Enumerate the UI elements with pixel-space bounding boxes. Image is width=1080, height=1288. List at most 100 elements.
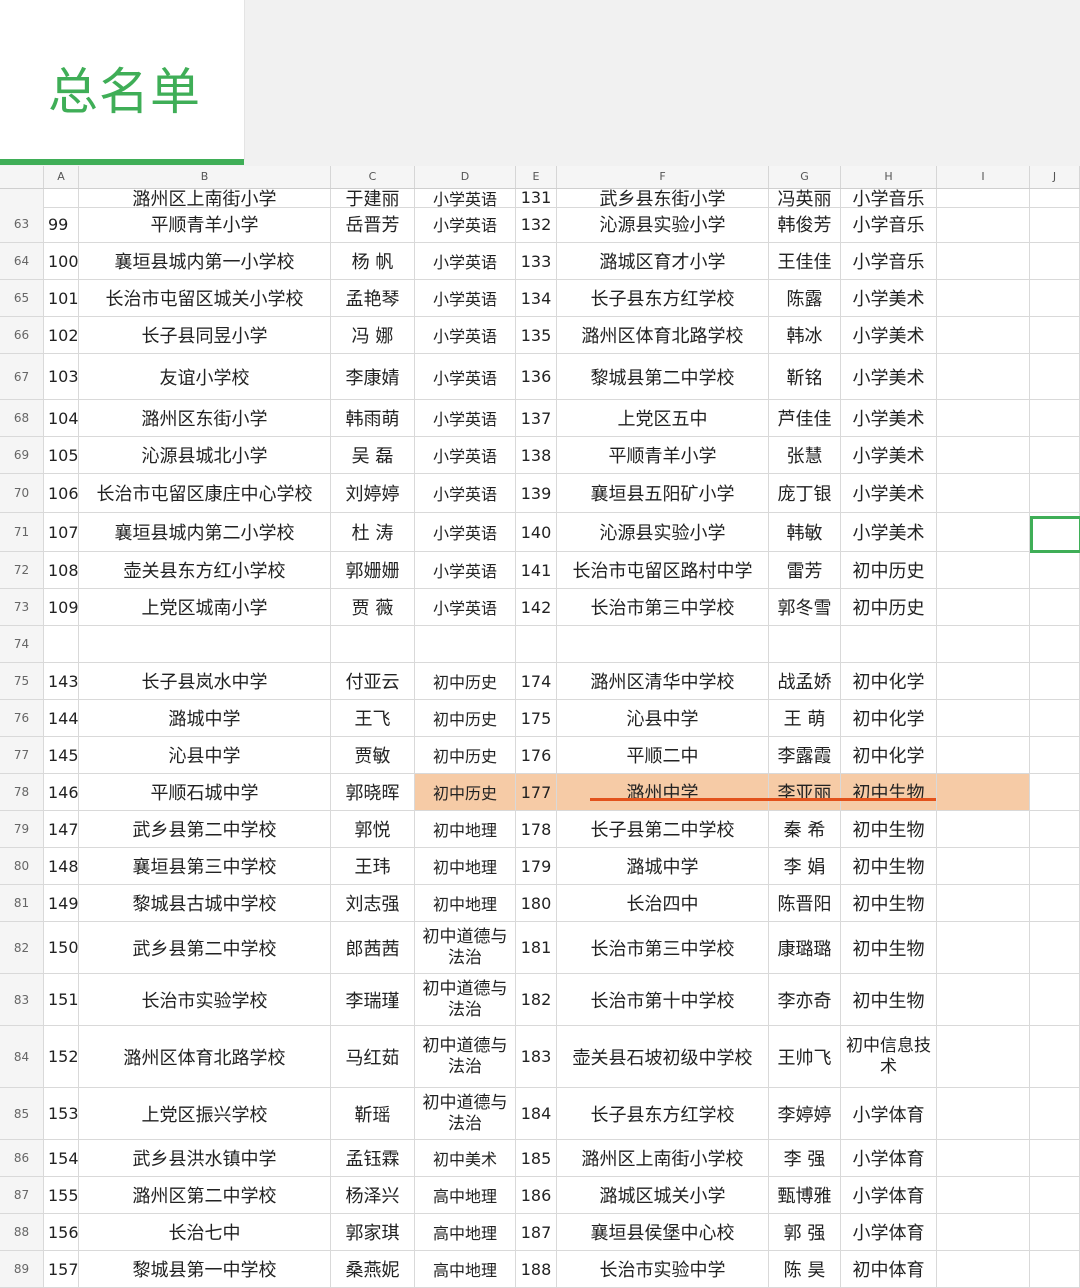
cell-b[interactable]: 黎城县第一中学校 <box>79 1251 331 1287</box>
cell-h[interactable]: 小学音乐 <box>841 206 937 242</box>
cell-e[interactable]: 132 <box>516 206 557 242</box>
cell-c[interactable]: 李瑞瑾 <box>331 974 415 1025</box>
cell-i[interactable] <box>937 885 1030 921</box>
row-number[interactable]: 71 <box>0 513 44 551</box>
cell-a[interactable]: 108 <box>44 552 79 588</box>
cell-e[interactable]: 176 <box>516 737 557 773</box>
cell-f[interactable]: 长子县东方红学校 <box>557 1088 769 1139</box>
cell-i[interactable] <box>937 513 1030 551</box>
cell-f[interactable]: 平顺青羊小学 <box>557 437 769 473</box>
cell-d[interactable]: 小学英语 <box>415 552 516 588</box>
cell-b[interactable]: 潞州区上南街小学 <box>79 188 331 207</box>
row-number[interactable]: 66 <box>0 317 44 353</box>
cell-b[interactable]: 长治市屯留区康庄中心学校 <box>79 474 331 512</box>
cell-a[interactable]: 103 <box>44 354 79 399</box>
cell-d[interactable]: 初中道德与法治 <box>415 974 516 1025</box>
cell-h[interactable]: 初中生物 <box>841 974 937 1025</box>
cell-g[interactable]: 秦 希 <box>769 811 841 847</box>
cell-c[interactable]: 郭晓晖 <box>331 774 415 810</box>
cell-j[interactable] <box>1030 811 1080 847</box>
cell-j[interactable] <box>1030 188 1080 207</box>
cell-f[interactable]: 潞城中学 <box>557 848 769 884</box>
cell-e[interactable]: 175 <box>516 700 557 736</box>
cell-i[interactable] <box>937 922 1030 973</box>
cell-b[interactable]: 上党区振兴学校 <box>79 1088 331 1139</box>
row-number[interactable]: 79 <box>0 811 44 847</box>
cell-f[interactable]: 长治市实验中学 <box>557 1251 769 1287</box>
column-header-g[interactable]: G <box>769 166 841 188</box>
cell-a[interactable]: 157 <box>44 1251 79 1287</box>
cell-a[interactable]: 147 <box>44 811 79 847</box>
row-number[interactable] <box>0 188 44 207</box>
cell-e[interactable]: 182 <box>516 974 557 1025</box>
cell-g[interactable]: 韩俊芳 <box>769 206 841 242</box>
cell-c[interactable]: 郭姗姗 <box>331 552 415 588</box>
cell-a[interactable]: 102 <box>44 317 79 353</box>
cell-g[interactable]: 庞丁银 <box>769 474 841 512</box>
cell-i[interactable] <box>937 206 1030 242</box>
row-number[interactable]: 86 <box>0 1140 44 1176</box>
row-number[interactable]: 80 <box>0 848 44 884</box>
cell-c[interactable]: 杨泽兴 <box>331 1177 415 1213</box>
cell-j[interactable] <box>1030 589 1080 625</box>
cell-a[interactable]: 143 <box>44 663 79 699</box>
cell-h[interactable]: 初中生物 <box>841 848 937 884</box>
cell-i[interactable] <box>937 663 1030 699</box>
column-header-h[interactable]: H <box>841 166 937 188</box>
cell-a[interactable]: 146 <box>44 774 79 810</box>
cell-e[interactable]: 134 <box>516 280 557 316</box>
cell-h[interactable]: 初中信息技术 <box>841 1026 937 1087</box>
cell-d[interactable]: 初中地理 <box>415 848 516 884</box>
cell-b[interactable]: 长子县同昱小学 <box>79 317 331 353</box>
cell-g[interactable]: 陈露 <box>769 280 841 316</box>
row-number[interactable]: 64 <box>0 243 44 279</box>
cell-c[interactable]: 孟钰霖 <box>331 1140 415 1176</box>
cell-d[interactable]: 初中道德与法治 <box>415 1088 516 1139</box>
cell-i[interactable] <box>937 974 1030 1025</box>
cell-j[interactable] <box>1030 974 1080 1025</box>
cell-i[interactable] <box>937 354 1030 399</box>
cell-f[interactable]: 潞城区育才小学 <box>557 243 769 279</box>
cell-d[interactable]: 小学英语 <box>415 243 516 279</box>
cell-g[interactable]: 雷芳 <box>769 552 841 588</box>
cell-c[interactable]: 贾敏 <box>331 737 415 773</box>
selected-cell-cursor[interactable] <box>1030 516 1080 553</box>
cell-b[interactable]: 壶关县东方红小学校 <box>79 552 331 588</box>
cell-f[interactable]: 长子县第二中学校 <box>557 811 769 847</box>
cell-g[interactable]: 芦佳佳 <box>769 400 841 436</box>
cell-h[interactable]: 小学美术 <box>841 400 937 436</box>
cell-h[interactable]: 小学体育 <box>841 1088 937 1139</box>
cell-h[interactable]: 小学体育 <box>841 1214 937 1250</box>
cell-j[interactable] <box>1030 922 1080 973</box>
cell-b[interactable]: 沁县中学 <box>79 737 331 773</box>
cell-h[interactable]: 小学美术 <box>841 280 937 316</box>
cell-j[interactable] <box>1030 317 1080 353</box>
cell-c[interactable]: 孟艳琴 <box>331 280 415 316</box>
cell-e[interactable]: 184 <box>516 1088 557 1139</box>
cell-f[interactable]: 襄垣县五阳矿小学 <box>557 474 769 512</box>
row-number[interactable]: 76 <box>0 700 44 736</box>
cell-c[interactable]: 于建丽 <box>331 188 415 207</box>
cell-c[interactable]: 吴 磊 <box>331 437 415 473</box>
cell-a[interactable]: 154 <box>44 1140 79 1176</box>
cell-b[interactable]: 武乡县第二中学校 <box>79 922 331 973</box>
cell-f[interactable]: 黎城县第二中学校 <box>557 354 769 399</box>
cell-j[interactable] <box>1030 1177 1080 1213</box>
cell-b[interactable]: 平顺青羊小学 <box>79 206 331 242</box>
cell-e[interactable]: 178 <box>516 811 557 847</box>
cell-h[interactable] <box>841 626 937 662</box>
cell-i[interactable] <box>937 243 1030 279</box>
cell-j[interactable] <box>1030 885 1080 921</box>
cell-e[interactable]: 179 <box>516 848 557 884</box>
cell-i[interactable] <box>937 1177 1030 1213</box>
row-number[interactable]: 78 <box>0 774 44 810</box>
cell-j[interactable] <box>1030 1088 1080 1139</box>
cell-c[interactable]: 靳瑶 <box>331 1088 415 1139</box>
cell-d[interactable]: 初中历史 <box>415 774 516 810</box>
cell-c[interactable]: 马红茹 <box>331 1026 415 1087</box>
cell-i[interactable] <box>937 589 1030 625</box>
cell-e[interactable]: 188 <box>516 1251 557 1287</box>
cell-d[interactable]: 初中历史 <box>415 737 516 773</box>
cell-d[interactable]: 初中历史 <box>415 663 516 699</box>
cell-j[interactable] <box>1030 206 1080 242</box>
